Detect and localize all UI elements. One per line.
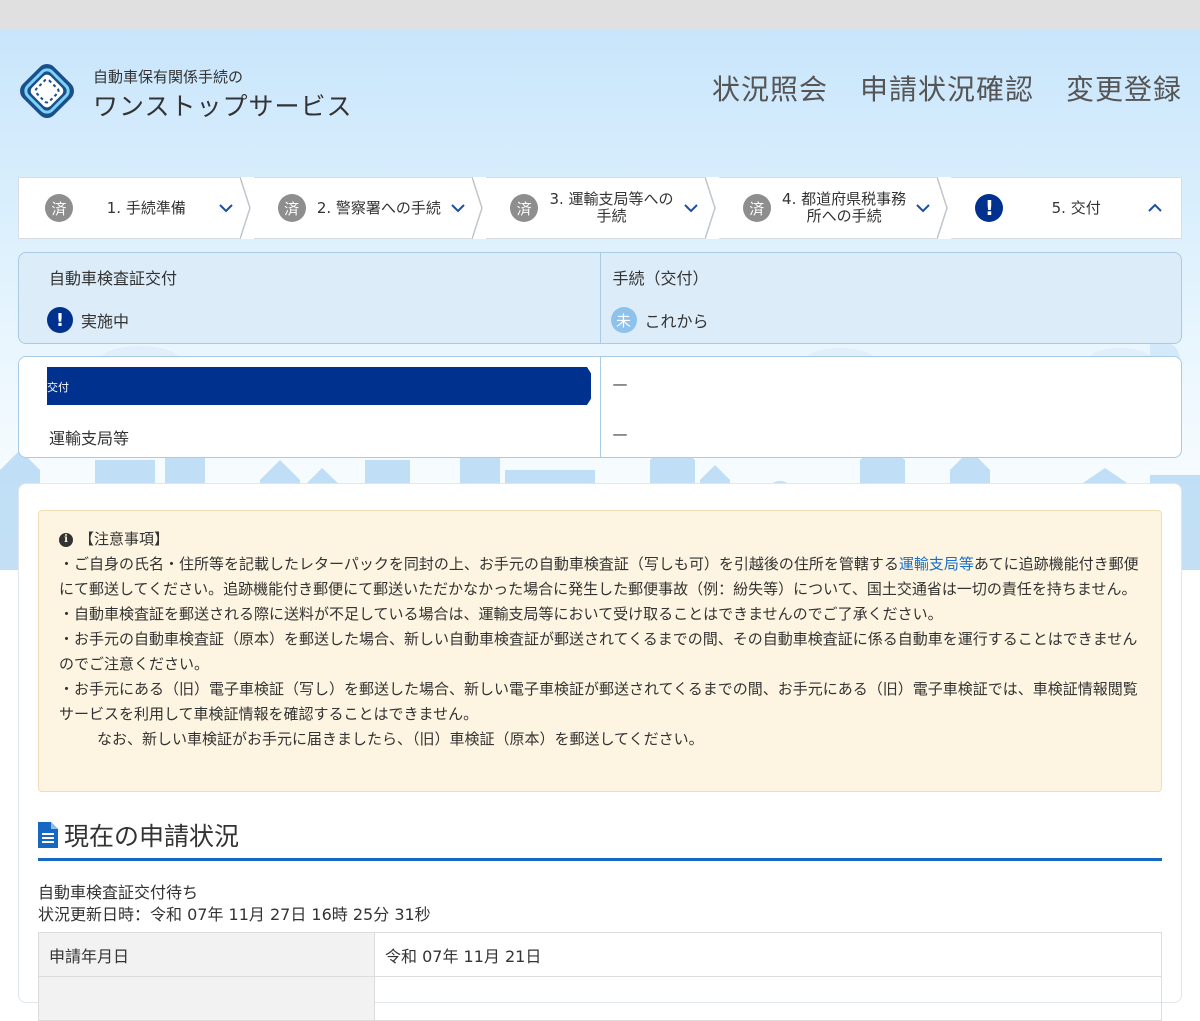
notice-item: ・お手元の自動車検査証（原本）を郵送した場合、新しい自動車検査証が郵送されてくる… (59, 630, 1138, 673)
notice-title: 【注意事項】 (79, 530, 170, 548)
status-text: これから (644, 312, 709, 331)
pending-badge-icon: 未 (610, 307, 637, 333)
step-label: 2. 警察署への手続 (316, 198, 441, 217)
table-row: 申請年月日 令和 07年 11月 21日 (38, 932, 1162, 977)
transport-bureau-link[interactable]: 運輸支局等 (899, 555, 974, 573)
site-header: 自動車保有関係手続の ワンストップサービス 状況照会 申請状況確認 変更登録 (0, 30, 1200, 150)
step-1-preparation[interactable]: 済 1. 手続準備 (19, 177, 264, 239)
done-badge-icon: 済 (510, 194, 539, 222)
vehicle-inspection-status: 自動車検査証交付 ! 実施中 (19, 253, 600, 343)
notice-item: なお、新しい車検証がお手元に届きましたら、（旧）車検証（原本）を郵送してください… (97, 730, 704, 748)
step-label: 4. 都道府県税事務所への手続 (782, 190, 907, 225)
logo-icon[interactable] (16, 60, 78, 122)
transport-bureau-label: 運輸支局等 (49, 429, 130, 448)
step-separator (937, 177, 962, 239)
application-info-table: 申請年月日 令和 07年 11月 21日 (38, 932, 1162, 1021)
table-row (38, 976, 1162, 1021)
alert-icon: ! (47, 307, 73, 333)
chevron-up-icon (1148, 203, 1162, 212)
progress-steps: 済 1. 手続準備 済 2. 警察署への手続 済 3. 運輸支局等への手続 済 … (18, 177, 1182, 239)
header-nav: 状況照会 申請状況確認 変更登録 (712, 68, 1182, 108)
panel-title: 自動車検査証交付 (49, 269, 178, 288)
notice-item: ・お手元にある（旧）電子車検証（写し）を郵送した場合、新しい電子車検証が郵送され… (59, 680, 1138, 723)
issuance-flag: 交付 (47, 367, 591, 405)
step-label: 3. 運輸支局等への手続 (549, 190, 674, 225)
nav-application-status[interactable]: 申請状況確認 (860, 68, 1034, 108)
chevron-down-icon (916, 204, 931, 213)
section-heading: 現在の申請状況 (38, 812, 1162, 861)
empty-value: — (612, 425, 628, 443)
procedure-detail-panel: 交付 運輸支局等 — — (18, 356, 1182, 458)
step-3-transport-bureau[interactable]: 済 3. 運輸支局等への手続 (484, 177, 729, 239)
nav-status-inquiry[interactable]: 状況照会 (712, 68, 828, 108)
document-icon (38, 822, 58, 848)
section-title: 現在の申請状況 (64, 822, 240, 851)
logo-subtitle: 自動車保有関係手続の (93, 68, 244, 86)
empty-value: — (612, 375, 628, 393)
done-badge-icon: 済 (277, 194, 306, 222)
row-value: 令和 07年 11月 21日 (374, 932, 1162, 977)
caution-notice: i 【注意事項】 ・ご自身の氏名・住所等を記載したレターパックを同封の上、お手元… (38, 510, 1162, 792)
step-separator (239, 177, 264, 239)
step-2-police[interactable]: 済 2. 警察署への手続 (252, 177, 497, 239)
alert-badge-icon: ! (975, 194, 1004, 222)
issuance-procedure-status: 手続（交付） 未 これから (599, 253, 1182, 343)
nav-change-registration[interactable]: 変更登録 (1066, 68, 1182, 108)
step-separator (472, 177, 497, 239)
notice-item: ・ご自身の氏名・住所等を記載したレターパックを同封の上、お手元の自動車検査証（写… (59, 555, 1139, 598)
flag-label: 交付 (47, 381, 69, 394)
application-status-text: 自動車検査証交付待ち 状況更新日時：令和 07年 11月 27日 16時 25分… (38, 882, 431, 926)
step-separator (704, 177, 729, 239)
procedure-status-panel: 自動車検査証交付 ! 実施中 手続（交付） 未 これから (18, 252, 1182, 344)
info-icon: i (59, 532, 73, 547)
updated-timestamp: 状況更新日時：令和 07年 11月 27日 16時 25分 31秒 (38, 905, 431, 924)
chevron-down-icon (684, 204, 698, 213)
chevron-down-icon (451, 204, 465, 213)
step-label: 5. 交付 (1051, 198, 1101, 217)
step-label: 1. 手続準備 (106, 198, 186, 217)
status-text: 実施中 (81, 312, 130, 331)
step-4-tax-office[interactable]: 済 4. 都道府県税事務所への手続 (717, 177, 962, 239)
browser-top-bar (0, 0, 1200, 30)
chevron-down-icon (218, 204, 233, 213)
done-badge-icon: 済 (742, 194, 771, 222)
step-5-issuance[interactable]: ! 5. 交付 (949, 178, 1181, 238)
done-badge-icon: 済 (45, 194, 73, 222)
notice-item: ・自動車検査証を郵送される際に送料が不足している場合は、運輸支局等において受け取… (59, 605, 943, 623)
row-label: 申請年月日 (38, 932, 375, 977)
panel-title: 手続（交付） (612, 269, 709, 288)
status-line: 自動車検査証交付待ち (38, 883, 199, 902)
logo-title[interactable]: ワンストップサービス (93, 87, 353, 123)
status-indicator: 未 これから (610, 307, 709, 333)
status-indicator: ! 実施中 (47, 307, 129, 333)
